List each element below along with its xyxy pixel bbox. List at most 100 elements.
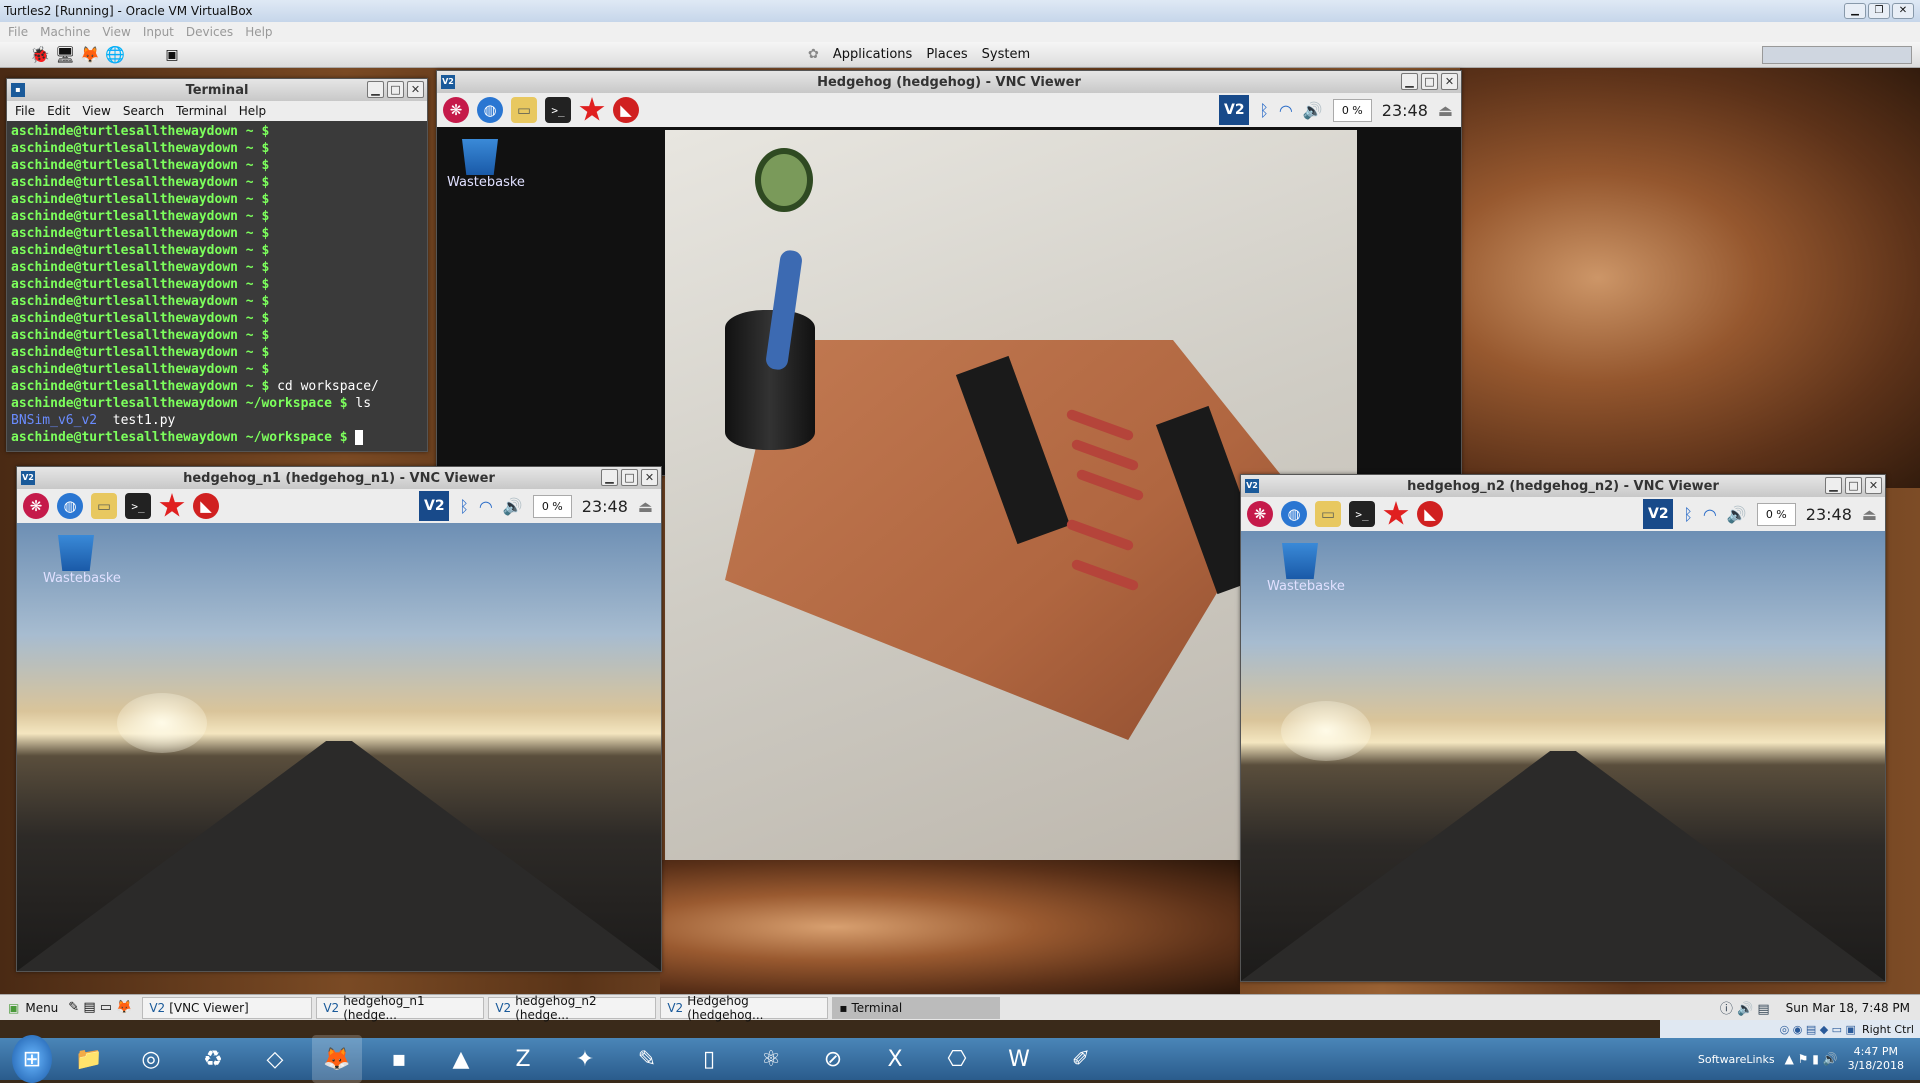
matlab-icon[interactable]: ▲ xyxy=(436,1035,486,1083)
raspberry-icon[interactable]: ❋ xyxy=(443,97,469,123)
globe-icon[interactable]: ◍ xyxy=(477,97,503,123)
app-red-icon[interactable]: Z xyxy=(498,1035,548,1083)
maximize-button[interactable]: □ xyxy=(621,469,638,486)
minimize-button[interactable]: ▁ xyxy=(1401,73,1418,90)
folder-icon[interactable]: ▭ xyxy=(511,97,537,123)
menu-button[interactable]: Menu xyxy=(25,1001,58,1015)
close-button[interactable]: ✕ xyxy=(1865,477,1882,494)
close-button[interactable]: ✕ xyxy=(641,469,658,486)
remote-desktop[interactable]: Wastebaske xyxy=(1241,531,1885,981)
eject-icon[interactable]: ⏏ xyxy=(1438,101,1453,120)
virtualbox-icon[interactable]: ◇ xyxy=(250,1035,300,1083)
mathematica-icon[interactable] xyxy=(1383,501,1409,525)
wolfram-icon[interactable]: ◣ xyxy=(1417,501,1443,527)
paint-icon[interactable]: ✐ xyxy=(1056,1035,1106,1083)
menu-machine[interactable]: Machine xyxy=(40,25,90,39)
globe-icon[interactable]: ◍ xyxy=(1281,501,1307,527)
mathematica-icon[interactable] xyxy=(579,97,605,121)
minimize-button[interactable]: ▁ xyxy=(601,469,618,486)
softwarelinks-toolbar[interactable]: SoftwareLinks xyxy=(1698,1053,1775,1066)
bluetooth-icon[interactable]: ᛒ xyxy=(459,497,469,516)
quick-launch-icons[interactable]: ✎ ▤ ▭ 🦊 xyxy=(68,1000,132,1015)
vnc-logo-icon[interactable]: V2 xyxy=(1643,499,1674,529)
wastebasket-icon[interactable]: Wastebaske xyxy=(43,535,121,586)
globe-icon[interactable]: ◍ xyxy=(57,493,83,519)
bluetooth-icon[interactable]: ᛒ xyxy=(1259,101,1269,120)
bluetooth-icon[interactable]: ᛒ xyxy=(1683,505,1693,524)
menu-terminal[interactable]: Terminal xyxy=(176,104,227,118)
screenshot-icon[interactable]: ▣ xyxy=(165,47,178,63)
explorer-icon[interactable]: 📁 xyxy=(64,1035,114,1083)
wastebasket-icon[interactable]: Wastebaske xyxy=(1267,543,1345,594)
device-status-icons[interactable]: ◎ ◉ ▤ ◆ ▭ ▣ xyxy=(1780,1023,1856,1036)
atom-icon[interactable]: ⚛ xyxy=(746,1035,796,1083)
minimize-button[interactable]: ▁ xyxy=(1825,477,1842,494)
menu-search[interactable]: Search xyxy=(123,104,164,118)
menu-help[interactable]: Help xyxy=(239,104,266,118)
excel-icon[interactable]: X xyxy=(870,1035,920,1083)
terminal-output[interactable]: aschinde@turtlesalltheway​down ~ $ aschin… xyxy=(7,121,427,451)
wifi-icon[interactable]: ◠ xyxy=(479,497,493,516)
wolfram-icon[interactable]: ◣ xyxy=(193,493,219,519)
folder-icon[interactable]: ▭ xyxy=(1315,501,1341,527)
close-button[interactable]: ✕ xyxy=(407,81,424,98)
menu-devices[interactable]: Devices xyxy=(186,25,233,39)
chat-icon[interactable]: ◎ xyxy=(126,1035,176,1083)
vnc-logo-icon[interactable]: V2 xyxy=(419,491,450,521)
volume-icon[interactable]: 🔊 xyxy=(1303,101,1323,120)
volume-icon[interactable]: 🔊 xyxy=(503,497,523,516)
task-vnc-viewer[interactable]: V2 [VNC Viewer] xyxy=(142,996,313,1019)
mint-menu-icon[interactable]: ▣ xyxy=(8,1001,19,1015)
minimize-button[interactable]: ▁ xyxy=(367,81,384,98)
recycle-icon[interactable]: ♻ xyxy=(188,1035,238,1083)
cmd-icon[interactable]: ▪ xyxy=(374,1035,424,1083)
menu-input[interactable]: Input xyxy=(143,25,174,39)
eject-icon[interactable]: ⏏ xyxy=(638,497,653,516)
menu-system[interactable]: System xyxy=(982,47,1030,62)
restore-button[interactable]: ❐ xyxy=(1868,3,1890,19)
menu-file[interactable]: File xyxy=(15,104,35,118)
terminal-icon[interactable]: >_ xyxy=(545,97,571,123)
close-button[interactable]: ✕ xyxy=(1441,73,1458,90)
raspberry-icon[interactable]: ❋ xyxy=(23,493,49,519)
wolfram-icon[interactable]: ◣ xyxy=(613,97,639,123)
word-icon[interactable]: W xyxy=(994,1035,1044,1083)
notification-icons[interactable]: ▲ ⚑ ▮ 🔊 xyxy=(1785,1052,1838,1066)
wifi-icon[interactable]: ◠ xyxy=(1703,505,1717,524)
launcher-icons[interactable]: 🐞 🖥 🦊 🌐 xyxy=(30,45,125,64)
windows-clock[interactable]: 4:47 PM 3/18/2018 xyxy=(1848,1045,1904,1073)
mathematica-icon[interactable] xyxy=(159,493,185,517)
minimize-button[interactable]: ▁ xyxy=(1844,3,1866,19)
menu-applications[interactable]: Applications xyxy=(833,47,912,62)
app-o-icon[interactable]: ⊘ xyxy=(808,1035,858,1083)
volume-icon[interactable]: 🔊 xyxy=(1727,505,1747,524)
firefox-icon[interactable]: 🦊 xyxy=(312,1035,362,1083)
terminal-icon[interactable]: >_ xyxy=(1349,501,1375,527)
close-button[interactable]: ✕ xyxy=(1892,3,1914,19)
menu-help[interactable]: Help xyxy=(245,25,272,39)
notepad-icon[interactable]: ✎ xyxy=(622,1035,672,1083)
menu-places[interactable]: Places xyxy=(926,47,967,62)
task-hedgehog-n1[interactable]: V2 hedgehog_n1 (hedge... xyxy=(316,994,485,1022)
eject-icon[interactable]: ⏏ xyxy=(1862,505,1877,524)
vnc-logo-icon[interactable]: V2 xyxy=(1219,95,1250,125)
menu-edit[interactable]: Edit xyxy=(47,104,70,118)
task-terminal[interactable]: ▪ Terminal xyxy=(832,996,1001,1019)
menu-file[interactable]: File xyxy=(8,25,28,39)
remote-desktop[interactable]: Wastebaske xyxy=(17,523,661,971)
menu-view[interactable]: View xyxy=(102,25,130,39)
wifi-icon[interactable]: ◠ xyxy=(1279,101,1293,120)
windows-start-icon[interactable]: ⊞ xyxy=(12,1035,52,1083)
app-blue-icon[interactable]: ▯ xyxy=(684,1035,734,1083)
terminal-icon[interactable]: >_ xyxy=(125,493,151,519)
tray-icons[interactable]: ⓘ 🔊 ▤ xyxy=(1720,998,1770,1017)
maximize-button[interactable]: □ xyxy=(1421,73,1438,90)
app-feather-icon[interactable]: ✦ xyxy=(560,1035,610,1083)
maximize-button[interactable]: □ xyxy=(1845,477,1862,494)
menu-view[interactable]: View xyxy=(82,104,110,118)
workspace-switcher[interactable] xyxy=(1762,45,1912,64)
task-hedgehog-n2[interactable]: V2 hedgehog_n2 (hedge... xyxy=(488,994,657,1022)
folder-icon[interactable]: ▭ xyxy=(91,493,117,519)
wastebasket-icon[interactable]: Wastebaske xyxy=(447,139,525,190)
acrobat-icon[interactable]: ⎔ xyxy=(932,1035,982,1083)
